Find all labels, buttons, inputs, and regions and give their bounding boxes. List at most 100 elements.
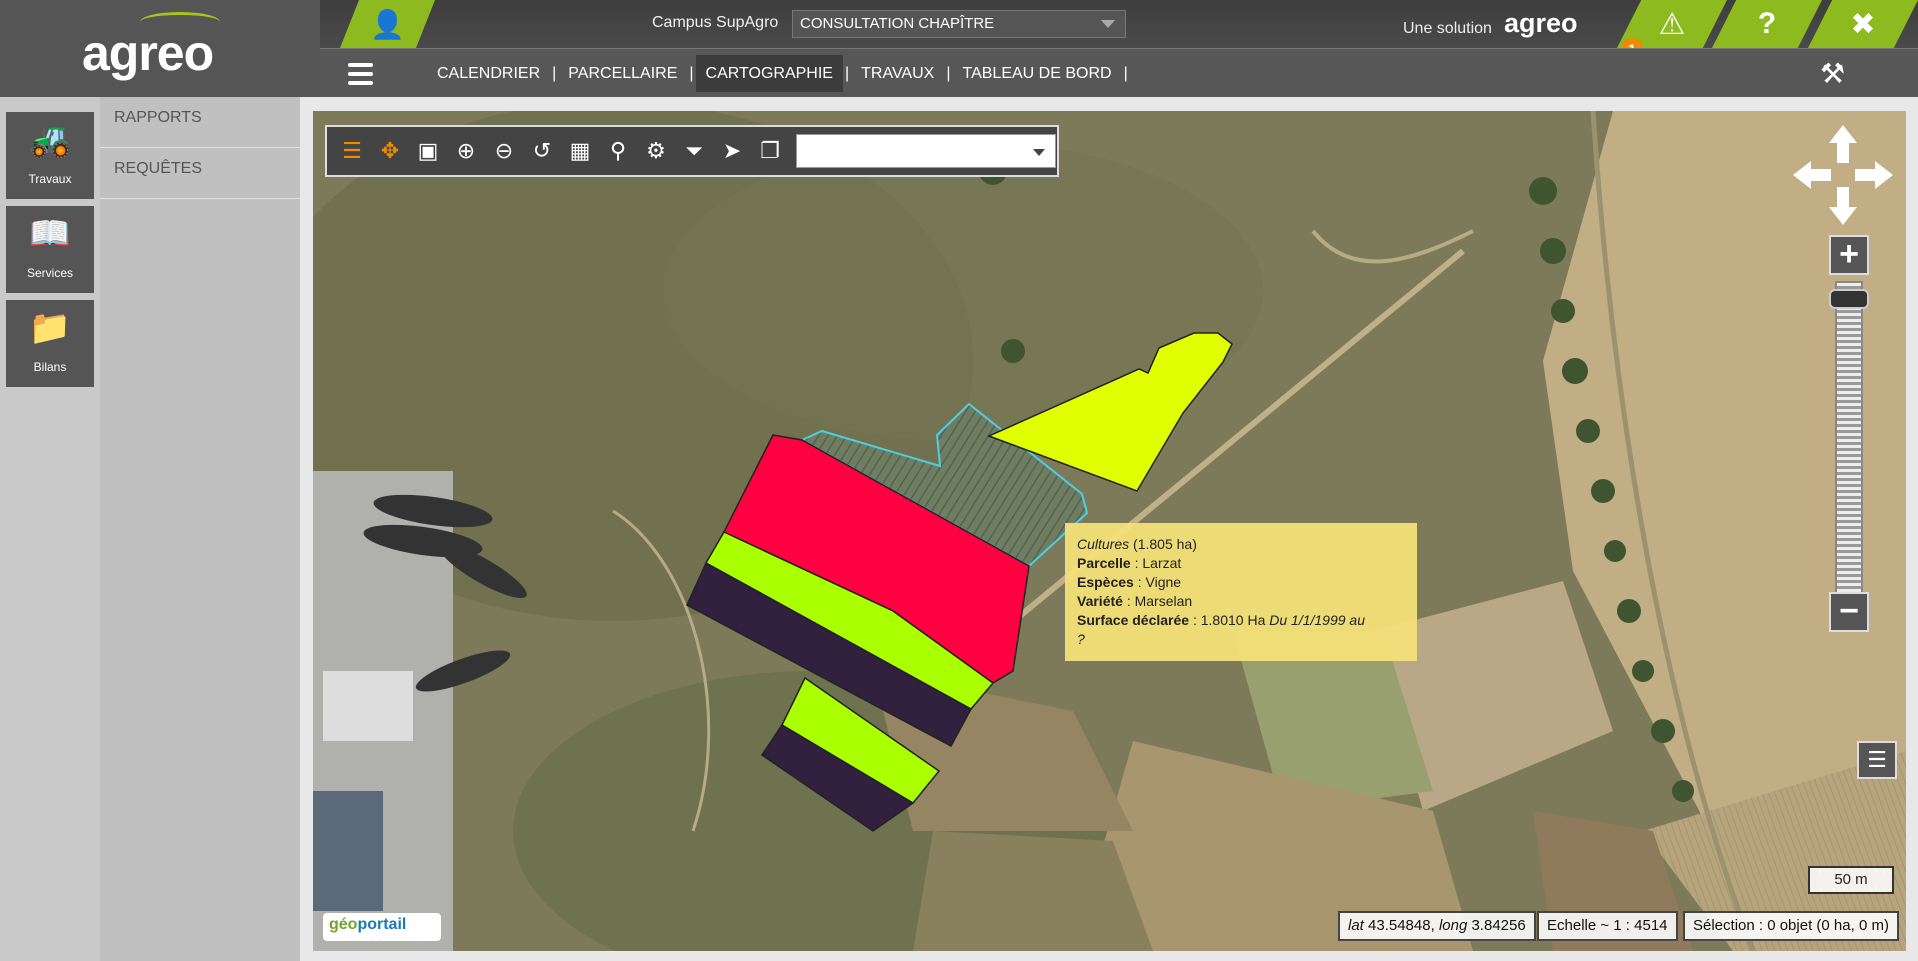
tooltip-title-line: Cultures (1.805 ha) [1077, 535, 1405, 554]
settings-tools-button[interactable]: ⚒ [1790, 50, 1875, 97]
zoom-out-button[interactable]: − [1829, 592, 1869, 632]
sidebar-button-travaux[interactable]: 🚜 Travaux [6, 112, 94, 199]
layers-icon: ☰ [1867, 747, 1887, 772]
nav-calendrier[interactable]: CALENDRIER [427, 55, 550, 92]
help-icon: ? [1757, 7, 1777, 40]
select-pointer-icon[interactable]: ➤ [715, 134, 749, 168]
tooltip-surface-line: Surface déclarée : 1.8010 Ha Du 1/1/1999… [1077, 612, 1365, 628]
map-view[interactable]: ☰ ✥ ▣ ⊕ ⊖ ↺ ▦ ⚲ ⚙ ⏷ ➤ ❐ + − ☰ Cultures (… [313, 111, 1906, 951]
nav-separator: | [1123, 64, 1128, 82]
nav-separator: | [946, 64, 951, 82]
long-value: 3.84256 [1471, 917, 1526, 934]
subnav-requetes[interactable]: REQUÊTES [100, 148, 300, 199]
solution-label: Une solution [1403, 20, 1492, 37]
mode-select-value: CONSULTATION CHAPÎTRE [800, 15, 995, 32]
mode-select[interactable]: CONSULTATION CHAPÎTRE [792, 10, 1126, 38]
selection-readout: Sélection : 0 objet (0 ha, 0 m) [1683, 911, 1899, 941]
nav-separator: | [689, 64, 694, 82]
zoom-slider[interactable] [1835, 281, 1863, 601]
arrow-up-icon [1829, 125, 1857, 163]
tooltip-label: Espèces [1077, 574, 1134, 590]
copy-layers-icon[interactable]: ❐ [753, 134, 787, 168]
left-sidebar: 🚜 Travaux 📖 Services 📁 Bilans [0, 97, 100, 961]
zoom-previous-icon[interactable]: ↺ [525, 134, 559, 168]
zoom-in-button[interactable]: + [1829, 235, 1869, 275]
tractor-icon: 🚜 [28, 121, 72, 159]
zoom-out-icon[interactable]: ⊖ [487, 134, 521, 168]
tooltip-period-end: ? [1077, 631, 1085, 647]
nav-travaux[interactable]: TRAVAUX [851, 55, 944, 92]
chevron-down-icon [1101, 20, 1115, 28]
nav-separator: | [552, 64, 557, 82]
close-icon: ✖ [1850, 7, 1876, 41]
pan-control[interactable] [1793, 125, 1893, 225]
subnav-rapports[interactable]: RAPPORTS [100, 97, 300, 148]
identify-icon[interactable]: ⚙ [639, 134, 673, 168]
lat-label: lat [1348, 917, 1364, 934]
scale-readout: Echelle ~ 1 : 4514 [1537, 911, 1678, 941]
agreo-brand: agreo [1504, 8, 1578, 38]
geoportail-logo-b: portail [357, 916, 407, 933]
scale-bar: 50 m [1808, 866, 1894, 894]
geoportail-logo[interactable]: géoportail [323, 913, 441, 941]
menu-toggle-button[interactable] [330, 50, 390, 97]
zoom-in-icon[interactable]: ⊕ [449, 134, 483, 168]
nav-separator: | [844, 64, 850, 82]
search-icon[interactable]: ⚲ [601, 134, 635, 168]
tools-icon: ⚒ [1819, 58, 1846, 89]
layers-list-icon[interactable]: ☰ [335, 134, 369, 168]
warning-icon: ⚠ [1658, 7, 1686, 41]
parcel-info-tooltip: Cultures (1.805 ha) Parcelle : Larzat Es… [1065, 523, 1417, 661]
tooltip-area: (1.805 ha) [1133, 536, 1197, 552]
user-icon: 👤 [370, 8, 405, 40]
zoom-extent-icon[interactable]: ▣ [411, 134, 445, 168]
zoom-parcel-icon[interactable]: ▦ [563, 134, 597, 168]
tooltip-especes-line: Espèces : Vigne [1077, 574, 1182, 590]
sidebar-label: Bilans [33, 360, 67, 374]
arrow-right-icon [1855, 161, 1893, 189]
map-toolbar: ☰ ✥ ▣ ⊕ ⊖ ↺ ▦ ⚲ ⚙ ⏷ ➤ ❐ [325, 125, 1059, 177]
hamburger-icon-bar [347, 71, 373, 76]
nav-parcellaire[interactable]: PARCELLAIRE [558, 55, 687, 92]
logo-area: agreo [0, 0, 320, 97]
agreo-logo[interactable]: agreo [82, 24, 214, 82]
main-nav: CALENDRIER | PARCELLAIRE | CARTOGRAPHIE … [427, 55, 1130, 92]
folder-icon: 📁 [28, 309, 72, 347]
tooltip-value: Marselan [1134, 593, 1193, 609]
hamburger-icon-bar [347, 62, 373, 67]
sidebar-label: Travaux [28, 172, 72, 186]
app-header: agreo 👤 Campus SupAgro CONSULTATION CHAP… [0, 0, 1918, 97]
long-label: long [1438, 917, 1468, 934]
nav-cartographie[interactable]: CARTOGRAPHIE [695, 55, 843, 92]
book-icon: 📖 [28, 215, 72, 253]
sub-sidebar: RAPPORTS REQUÊTES [100, 97, 300, 961]
tooltip-label: Parcelle [1077, 555, 1131, 571]
sidebar-label: Services [26, 266, 73, 280]
tooltip-period: Du 1/1/1999 au [1269, 612, 1365, 628]
sidebar-button-bilans[interactable]: 📁 Bilans [6, 300, 94, 387]
tooltip-value: Larzat [1142, 555, 1182, 571]
lat-value: 43.54848 [1368, 917, 1431, 934]
nav-tableau-de-bord[interactable]: TABLEAU DE BORD [952, 55, 1121, 92]
arrow-down-icon [1829, 187, 1857, 225]
tooltip-label: Variété [1077, 593, 1123, 609]
zoom-slider-handle[interactable] [1829, 289, 1869, 309]
tooltip-label: Surface déclarée [1077, 612, 1190, 628]
geoportail-logo-a: géo [329, 916, 358, 933]
campus-name: Campus SupAgro [652, 14, 779, 31]
coords-readout: lat 43.54848, long 3.84256 [1338, 911, 1536, 941]
tooltip-value: 1.8010 Ha [1200, 612, 1266, 628]
pan-move-icon[interactable]: ✥ [373, 134, 407, 168]
layer-switcher-button[interactable]: ☰ [1857, 741, 1897, 779]
tooltip-title: Cultures [1077, 536, 1130, 552]
filter-icon[interactable]: ⏷ [677, 134, 711, 168]
tooltip-value: Vigne [1145, 574, 1182, 590]
tooltip-period-end-line: ? [1077, 630, 1405, 649]
hamburger-icon-bar [347, 80, 373, 85]
chevron-down-icon [1033, 149, 1045, 156]
layer-select[interactable] [796, 134, 1056, 168]
tooltip-parcelle-line: Parcelle : Larzat [1077, 555, 1182, 571]
sidebar-button-services[interactable]: 📖 Services [6, 206, 94, 293]
tooltip-variete-line: Variété : Marselan [1077, 593, 1193, 609]
arrow-left-icon [1793, 161, 1831, 189]
